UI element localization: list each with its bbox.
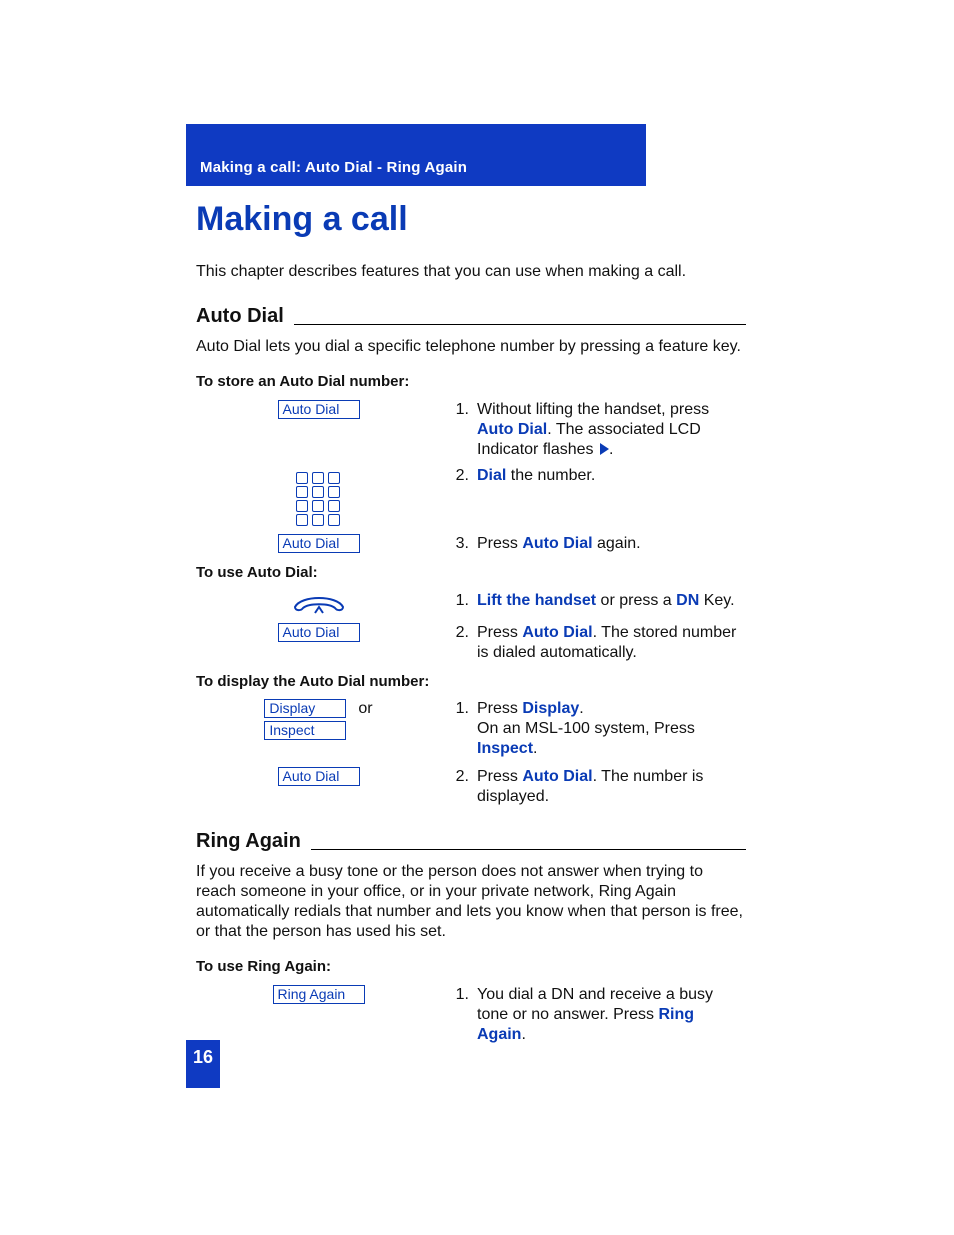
feature-key-display: Display bbox=[264, 699, 346, 718]
procedure-step: 1. Press Display. On an MSL-100 system, … bbox=[441, 699, 746, 759]
step-text: Press Auto Dial again. bbox=[477, 534, 746, 554]
procedure-visual: Auto Dial bbox=[196, 400, 441, 419]
subheading-auto-dial: Auto Dial bbox=[196, 304, 284, 329]
step-number: 1. bbox=[441, 591, 477, 611]
procedure-visual: Auto Dial bbox=[196, 534, 441, 553]
procedure-row: Auto Dial 3. Press Auto Dial again. bbox=[196, 534, 746, 554]
step-number: 2. bbox=[441, 623, 477, 663]
intro-paragraph: This chapter describes features that you… bbox=[196, 262, 746, 282]
step-number: 1. bbox=[441, 699, 477, 759]
procedure-row: Display Inspect or 1. Press Display. On … bbox=[196, 699, 746, 759]
procedure-row: Auto Dial 2. Press Auto Dial. The number… bbox=[196, 767, 746, 807]
procedure-step: 1. You dial a DN and receive a busy tone… bbox=[441, 985, 746, 1045]
play-triangle-icon bbox=[600, 443, 609, 455]
step-text: Without lifting the handset, press Auto … bbox=[477, 400, 746, 460]
procedure-visual bbox=[196, 591, 441, 617]
procedure-row: 2. Dial the number. bbox=[196, 466, 746, 528]
step-text: Press Display. On an MSL-100 system, Pre… bbox=[477, 699, 746, 759]
section-header-text: Making a call: Auto Dial - Ring Again bbox=[200, 159, 467, 178]
page-title: Making a call bbox=[196, 198, 408, 241]
procedure-row: 1. Lift the handset or press a DN Key. bbox=[196, 591, 746, 617]
procedure-title-use: To use Auto Dial: bbox=[196, 564, 746, 583]
procedure-row: Ring Again 1. You dial a DN and receive … bbox=[196, 985, 746, 1045]
handset-icon bbox=[289, 591, 349, 617]
or-label: or bbox=[358, 699, 372, 719]
feature-key-ring-again: Ring Again bbox=[273, 985, 365, 1004]
rule-line bbox=[311, 849, 746, 850]
procedure-title-display: To display the Auto Dial number: bbox=[196, 673, 746, 692]
step-number: 2. bbox=[441, 767, 477, 807]
auto-dial-description: Auto Dial lets you dial a specific telep… bbox=[196, 337, 746, 357]
ring-again-description: If you receive a busy tone or the person… bbox=[196, 862, 746, 942]
step-number: 3. bbox=[441, 534, 477, 554]
keypad-icon bbox=[296, 472, 342, 526]
step-text: Lift the handset or press a DN Key. bbox=[477, 591, 746, 611]
step-text: You dial a DN and receive a busy tone or… bbox=[477, 985, 746, 1045]
feature-key-auto-dial: Auto Dial bbox=[278, 767, 360, 786]
procedure-step: 1. Without lifting the handset, press Au… bbox=[441, 400, 746, 460]
page-number-tab: 16 bbox=[186, 1040, 220, 1088]
feature-key-inspect: Inspect bbox=[264, 721, 346, 740]
procedure-visual bbox=[196, 466, 441, 528]
procedure-row: Auto Dial 2. Press Auto Dial. The stored… bbox=[196, 623, 746, 663]
feature-key-auto-dial: Auto Dial bbox=[278, 400, 360, 419]
feature-key-auto-dial: Auto Dial bbox=[278, 534, 360, 553]
step-number: 2. bbox=[441, 466, 477, 486]
procedure-title-store: To store an Auto Dial number: bbox=[196, 373, 746, 392]
page-number: 16 bbox=[193, 1046, 213, 1069]
procedure-visual: Auto Dial bbox=[196, 623, 441, 642]
procedure-step: 2. Press Auto Dial. The number is displa… bbox=[441, 767, 746, 807]
procedure-visual: Auto Dial bbox=[196, 767, 441, 786]
step-number: 1. bbox=[441, 400, 477, 460]
step-number: 1. bbox=[441, 985, 477, 1045]
page-content: This chapter describes features that you… bbox=[196, 254, 746, 1051]
procedure-visual: Display Inspect or bbox=[196, 699, 441, 740]
procedure-row: Auto Dial 1. Without lifting the handset… bbox=[196, 400, 746, 460]
procedure-step: 2. Dial the number. bbox=[441, 466, 746, 486]
subheading-row: Auto Dial bbox=[196, 304, 746, 329]
section-header-bar: Making a call: Auto Dial - Ring Again bbox=[186, 124, 646, 186]
procedure-step: 3. Press Auto Dial again. bbox=[441, 534, 746, 554]
subheading-row: Ring Again bbox=[196, 829, 746, 854]
procedure-step: 2. Press Auto Dial. The stored number is… bbox=[441, 623, 746, 663]
step-text: Press Auto Dial. The number is displayed… bbox=[477, 767, 746, 807]
feature-key-auto-dial: Auto Dial bbox=[278, 623, 360, 642]
procedure-title-ring-again: To use Ring Again: bbox=[196, 958, 746, 977]
subheading-ring-again: Ring Again bbox=[196, 829, 301, 854]
procedure-visual: Ring Again bbox=[196, 985, 441, 1004]
rule-line bbox=[294, 324, 746, 325]
step-text: Press Auto Dial. The stored number is di… bbox=[477, 623, 746, 663]
step-text: Dial the number. bbox=[477, 466, 746, 486]
procedure-step: 1. Lift the handset or press a DN Key. bbox=[441, 591, 746, 611]
